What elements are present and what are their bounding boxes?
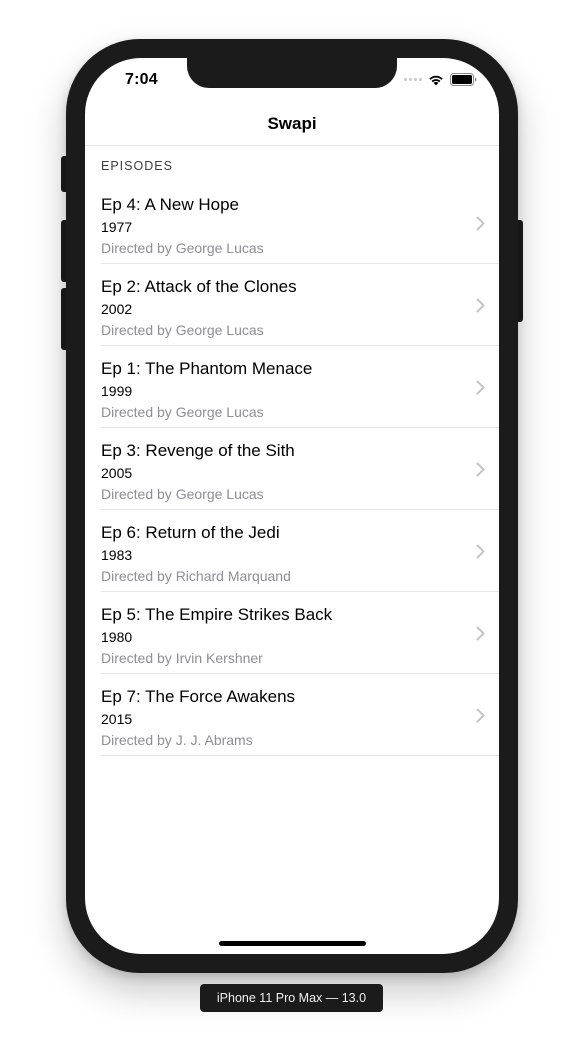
episode-title: Ep 3: Revenge of the Sith xyxy=(101,441,295,460)
chevron-right-icon xyxy=(476,298,485,313)
chevron-right-icon xyxy=(476,626,485,641)
episode-row[interactable]: Ep 4: A New Hope 1977 Directed by George… xyxy=(101,182,499,264)
device-screen: 7:04 Swapi EPISODES Ep 4: A New Hope 197… xyxy=(85,58,499,954)
episode-title: Ep 1: The Phantom Menace xyxy=(101,359,313,378)
chevron-right-icon xyxy=(476,462,485,477)
section-header: EPISODES xyxy=(101,159,173,173)
episode-year: 1980 xyxy=(101,629,133,645)
chevron-right-icon xyxy=(476,380,485,395)
episode-year: 2015 xyxy=(101,711,133,727)
episode-director: Directed by George Lucas xyxy=(101,404,264,420)
chevron-right-icon xyxy=(476,544,485,559)
status-icons xyxy=(404,73,477,86)
episode-year: 1999 xyxy=(101,383,133,399)
episode-director: Directed by George Lucas xyxy=(101,322,264,338)
episode-year: 2005 xyxy=(101,465,133,481)
episode-director: Directed by Richard Marquand xyxy=(101,568,291,584)
nav-title: Swapi xyxy=(267,113,317,133)
chevron-right-icon xyxy=(476,708,485,723)
episode-list: Ep 4: A New Hope 1977 Directed by George… xyxy=(85,182,499,756)
notch xyxy=(187,58,397,88)
device-label: iPhone 11 Pro Max — 13.0 xyxy=(200,984,383,1012)
cellular-signal-icon xyxy=(404,78,422,81)
home-indicator[interactable] xyxy=(219,941,366,946)
episode-director: Directed by George Lucas xyxy=(101,240,264,256)
episode-title: Ep 5: The Empire Strikes Back xyxy=(101,605,333,624)
episode-director: Directed by George Lucas xyxy=(101,486,264,502)
navigation-bar: Swapi xyxy=(85,102,499,146)
battery-icon xyxy=(450,73,477,86)
episode-row[interactable]: Ep 3: Revenge of the Sith 2005 Directed … xyxy=(101,428,499,510)
wifi-icon xyxy=(429,75,443,85)
episode-director: Directed by Irvin Kershner xyxy=(101,650,263,666)
episode-year: 2002 xyxy=(101,301,133,317)
episode-title: Ep 6: Return of the Jedi xyxy=(101,523,280,542)
episode-director: Directed by J. J. Abrams xyxy=(101,732,253,748)
episode-row[interactable]: Ep 7: The Force Awakens 2015 Directed by… xyxy=(101,674,499,756)
episode-row[interactable]: Ep 5: The Empire Strikes Back 1980 Direc… xyxy=(101,592,499,674)
chevron-right-icon xyxy=(476,216,485,231)
episode-year: 1983 xyxy=(101,547,133,563)
episode-row[interactable]: Ep 6: Return of the Jedi 1983 Directed b… xyxy=(101,510,499,592)
episode-row[interactable]: Ep 1: The Phantom Menace 1999 Directed b… xyxy=(101,346,499,428)
episode-year: 1977 xyxy=(101,219,133,235)
episode-title: Ep 4: A New Hope xyxy=(101,195,239,214)
episode-title: Ep 2: Attack of the Clones xyxy=(101,277,297,296)
status-time: 7:04 xyxy=(125,71,158,88)
episode-title: Ep 7: The Force Awakens xyxy=(101,687,296,706)
episode-row[interactable]: Ep 2: Attack of the Clones 2002 Directed… xyxy=(101,264,499,346)
